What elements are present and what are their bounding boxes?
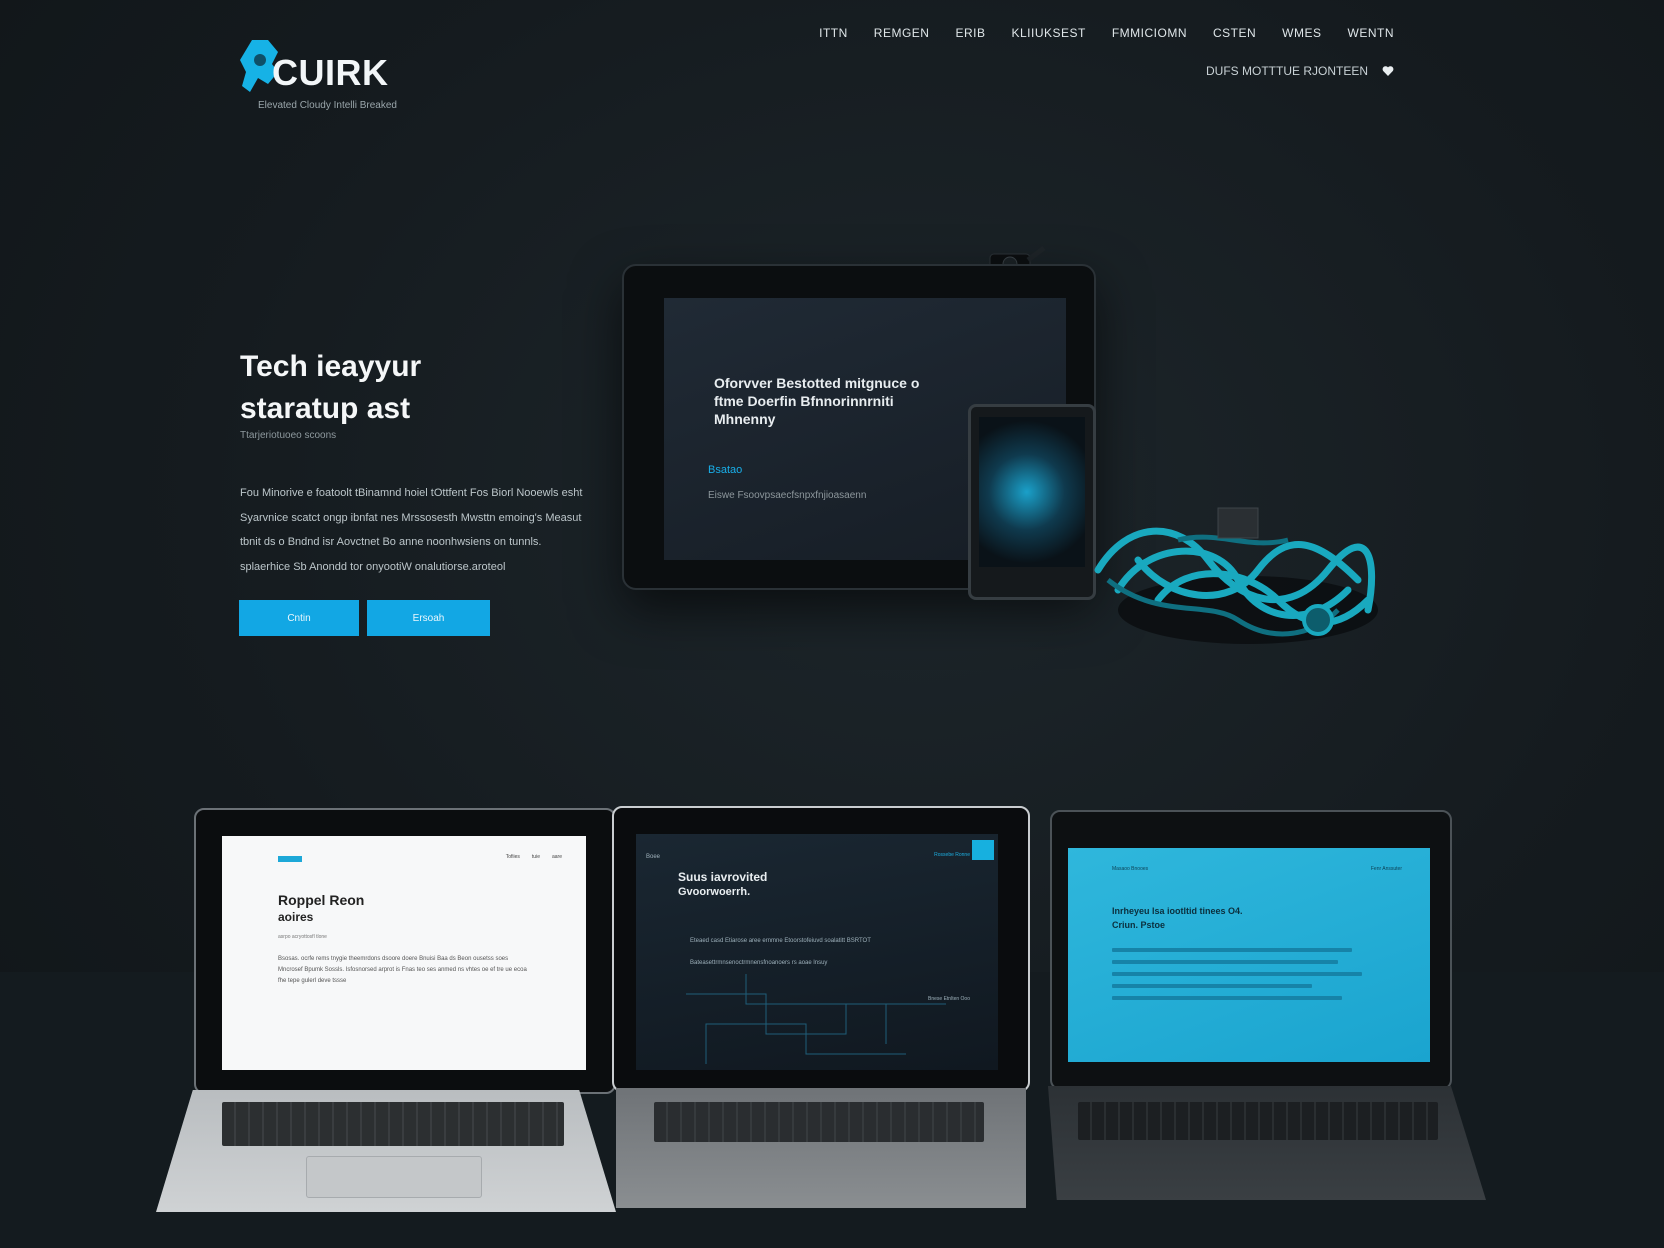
nav-item[interactable]: REMGEN [874,26,930,40]
laptop-1-nav-item[interactable]: Tofiies [506,854,520,860]
nav-item[interactable]: KLIIUKSEST [1011,26,1085,40]
cable-tangle-image [1088,500,1388,660]
laptop-2-keyboard [654,1102,984,1142]
laptop-3-text-lines [1112,948,1362,1008]
hero-caption: Ttarjeriotuoeo scoons [240,430,337,441]
laptop-2: Boee Rossebe Ronne Suus iavrovited Gvoor… [612,806,1032,1208]
laptop-1-subtitle: aoires [278,910,314,924]
nav-item[interactable]: WENTN [1348,26,1395,40]
laptop-2-nav-label[interactable]: Rossebe Ronne [934,852,970,858]
laptop-3-screen: Masaoo Bnooes Fenr Anssuter Inrheyeu lsa… [1068,848,1430,1062]
hero-title: Tech ieayyur staratup ast [240,346,600,430]
laptop-2-screen: Boee Rossebe Ronne Suus iavrovited Gvoor… [636,834,998,1070]
laptop-3-brand: Masaoo Bnooes [1112,866,1149,872]
laptop-3: Masaoo Bnooes Fenr Anssuter Inrheyeu lsa… [1048,810,1486,1200]
laptop-2-brand: Boee [646,854,661,860]
brand-tagline: Elevated Cloudy Intelli Breaked [258,100,397,111]
nav-item[interactable]: CSTEN [1213,26,1256,40]
cable-tangle-icon [1094,507,1378,644]
brand-name: CUIRK [272,52,389,93]
laptop-1-title: Roppel Reon [278,892,365,908]
laptop-1-nav-item[interactable]: tuie [532,854,540,860]
tablet-headline: Oforvver Bestotted mitgnuce o ftme Doerf… [714,375,920,427]
tablet-text-line: Eiswe Fsoovpsaecfsnpxfnjioasaenn [708,490,867,501]
tablet-accent-label: Bsatao [708,464,743,476]
hero-buttons: Cntin Ersoah [239,600,490,636]
laptop-2-text-line: Bateasettrmnsenoctrmnensfnoanoers rs aoa… [690,960,828,966]
laptop-3-subtitle: Criun. Pstoe [1112,920,1166,930]
laptop-2-menu-icon[interactable] [972,840,994,860]
laptop-1: Tofiies tuie aare Roppel Reon aoires asr… [156,808,616,1212]
laptop-3-title: Inrheyeu lsa iootltid tinees O4. [1112,906,1243,916]
laptop-2-title: Suus iavrovited [678,870,768,884]
brand-logo[interactable]: CUIRK Elevated Cloudy Intelli Breaked [238,36,408,116]
nav-item[interactable]: ITTN [819,26,848,40]
laptop-1-body: Bsosas. ocrfe rems tnygie theemrdons dso… [278,956,527,984]
hero-section: Tech ieayyur staratup ast Ttarjeriotuoeo… [240,346,600,579]
hero-title-line-1: Tech ieayyur [240,350,422,383]
laptop-1-caption: asrpo acryottosfl tlone [278,934,327,940]
laptop-3-nav-label[interactable]: Fenr Anssuter [1371,866,1402,872]
phone-screen-image [979,417,1085,567]
secondary-button[interactable]: Ersoah [367,600,490,636]
main-nav: ITTN REMGEN ERIB KLIIUKSEST FMMICIOMN CS… [819,26,1394,40]
laptop-1-nav-item[interactable]: aare [552,854,562,860]
circuit-pattern-icon [686,974,946,1064]
nav-item[interactable]: WMES [1282,26,1321,40]
hero-phone [968,404,1096,600]
nav-item[interactable]: ERIB [955,26,985,40]
sub-nav-label: DUFS MOTTTUE RJONTEEN [1206,64,1368,78]
laptop-2-subtitle: Gvoorwoerrh. [678,886,751,898]
laptop-1-screen: Tofiies tuie aare Roppel Reon aoires asr… [222,836,586,1070]
hero-body: Fou Minorive e foatoolt tBinamnd hoiel t… [240,487,583,573]
laptop-2-text-line: Eteaed casd Etiarose aree ernmne Etoorst… [690,938,871,944]
laptop-1-trackpad [306,1156,482,1198]
nav-item[interactable]: FMMICIOMN [1112,26,1187,40]
laptop-1-keyboard [222,1102,564,1146]
sub-nav[interactable]: DUFS MOTTTUE RJONTEEN [1206,64,1394,78]
laptop-1-logo-icon [278,856,302,862]
laptop-3-keyboard [1078,1102,1438,1140]
hero-title-line-2: staratup ast [240,392,411,425]
heart-icon[interactable] [1382,65,1394,77]
primary-button[interactable]: Cntin [239,600,359,636]
